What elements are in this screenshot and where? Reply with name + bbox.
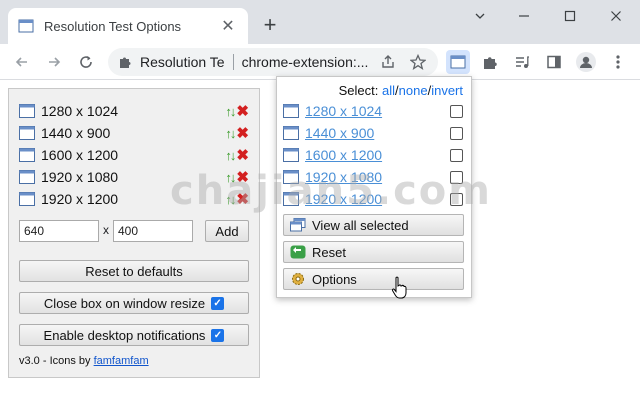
windows-stack-icon — [290, 217, 306, 233]
options-button[interactable]: Options — [283, 268, 464, 290]
maximize-icon[interactable] — [556, 4, 584, 28]
bookmark-star-icon[interactable] — [406, 50, 430, 74]
popup-resolution-link[interactable]: 1280 x 1024 — [305, 103, 450, 119]
popup-resolution-row[interactable]: 1440 x 900 — [283, 123, 463, 143]
window-icon — [19, 126, 35, 140]
tab-close-icon[interactable]: ✕ — [218, 16, 238, 36]
window-icon — [18, 19, 34, 33]
close-box-checkbox[interactable]: ✓ — [211, 296, 225, 310]
width-input[interactable] — [19, 220, 99, 242]
notifications-toggle[interactable]: Enable desktop notifications ✓ — [19, 324, 249, 346]
profile-avatar-icon[interactable] — [574, 50, 598, 74]
famfamfam-link[interactable]: famfamfam — [94, 355, 149, 367]
view-all-selected-button[interactable]: View all selected — [283, 214, 464, 236]
window-icon — [19, 104, 35, 118]
notifications-label: Enable desktop notifications — [43, 327, 206, 343]
media-playlist-icon[interactable] — [510, 50, 534, 74]
close-box-label: Close box on window resize — [43, 295, 206, 311]
omnibox-url: chrome-extension:... — [241, 54, 369, 70]
resolution-row[interactable]: 1280 x 1024 ↑↓ ✖ — [19, 101, 249, 121]
resolution-row[interactable]: 1600 x 1200 ↑↓ ✖ — [19, 145, 249, 165]
reset-button[interactable]: Reset — [283, 241, 464, 263]
window-icon — [283, 148, 299, 162]
window-icon — [19, 192, 35, 206]
window-icon — [19, 148, 35, 162]
move-arrows-icon[interactable]: ↑↓ — [225, 104, 236, 119]
delete-icon[interactable]: ✖ — [236, 146, 249, 164]
resolution-label: 1600 x 1200 — [41, 147, 119, 163]
options-label: Options — [312, 271, 357, 287]
move-arrows-icon[interactable]: ↑↓ — [225, 126, 236, 141]
forward-icon[interactable] — [42, 50, 66, 74]
dimension-separator: x — [103, 223, 109, 237]
add-button[interactable]: Add — [205, 220, 249, 242]
reload-icon[interactable] — [74, 50, 98, 74]
tab-title: Resolution Test Options — [44, 18, 182, 34]
popup-resolution-row[interactable]: 1280 x 1024 — [283, 101, 463, 121]
height-input[interactable] — [113, 220, 193, 242]
share-icon[interactable] — [376, 50, 400, 74]
close-box-toggle[interactable]: Close box on window resize ✓ — [19, 292, 249, 314]
popup-resolution-checkbox[interactable] — [450, 148, 463, 162]
omnibox-site: Resolution Te — [140, 54, 225, 70]
popup-resolution-checkbox[interactable] — [450, 104, 463, 118]
resolution-label: 1440 x 900 — [41, 125, 111, 141]
tab-search-icon[interactable] — [466, 4, 494, 28]
notifications-checkbox[interactable]: ✓ — [211, 328, 225, 342]
watermark-text: chajian5.com — [170, 168, 492, 214]
popup-resolution-row[interactable]: 1600 x 1200 — [283, 145, 463, 165]
extensions-puzzle-icon[interactable] — [478, 50, 502, 74]
select-controls: Select: all/none/invert — [339, 83, 463, 98]
select-all-link[interactable]: all — [382, 83, 395, 98]
tab-strip: Resolution Test Options ✕ + — [0, 0, 640, 44]
hand-cursor-icon — [391, 276, 407, 299]
window-icon — [19, 170, 35, 184]
back-icon[interactable] — [10, 50, 34, 74]
options-panel: 1280 x 1024 ↑↓ ✖ 1440 x 900 ↑↓ ✖ 1600 x … — [8, 88, 260, 378]
select-label: Select: — [338, 83, 379, 98]
resolution-label: 1280 x 1024 — [41, 103, 119, 119]
side-panel-icon[interactable] — [542, 50, 566, 74]
popup-resolution-link[interactable]: 1600 x 1200 — [305, 147, 450, 163]
select-invert-link[interactable]: invert — [431, 83, 463, 98]
select-none-link[interactable]: none — [399, 83, 428, 98]
new-tab-button[interactable]: + — [258, 14, 282, 38]
delete-icon[interactable]: ✖ — [236, 124, 249, 142]
minimize-icon[interactable] — [510, 4, 538, 28]
version-footer: v3.0 - Icons by famfamfam — [19, 355, 149, 367]
extension-puzzle-icon — [120, 57, 131, 68]
reset-arrow-icon — [290, 244, 306, 260]
gear-icon — [290, 271, 306, 287]
popup-resolution-link[interactable]: 1440 x 900 — [305, 125, 450, 141]
browser-toolbar: Resolution Te chrome-extension:... — [0, 44, 640, 80]
resolution-test-extension-icon[interactable] — [446, 50, 470, 74]
window-icon — [283, 104, 299, 118]
window-icon — [283, 126, 299, 140]
footer-text: v3.0 - Icons by — [19, 355, 94, 367]
reset-label: Reset — [312, 244, 346, 260]
browser-menu-icon[interactable] — [606, 50, 630, 74]
close-window-icon[interactable] — [602, 4, 630, 28]
move-arrows-icon[interactable]: ↑↓ — [225, 148, 236, 163]
delete-icon[interactable]: ✖ — [236, 102, 249, 120]
reset-defaults-button[interactable]: Reset to defaults — [19, 260, 249, 282]
popup-resolution-checkbox[interactable] — [450, 126, 463, 140]
omnibox-divider — [232, 54, 234, 70]
resolution-row[interactable]: 1440 x 900 ↑↓ ✖ — [19, 123, 249, 143]
tab-resolution-test-options[interactable]: Resolution Test Options ✕ — [8, 8, 248, 44]
view-all-label: View all selected — [312, 217, 409, 233]
